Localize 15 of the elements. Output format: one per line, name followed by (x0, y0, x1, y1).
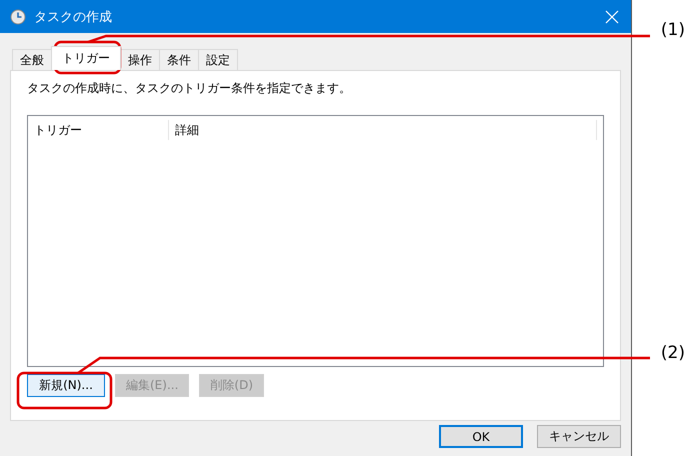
close-icon[interactable] (605, 10, 619, 24)
clock-icon (10, 8, 26, 24)
tab[interactable]: 全般 (12, 49, 52, 70)
tab[interactable]: トリガー (51, 46, 121, 70)
trigger-list[interactable]: トリガー 詳細 (27, 115, 604, 367)
callout-label: (2) (660, 343, 685, 363)
tab[interactable]: 設定 (198, 49, 238, 70)
window-title: タスクの作成 (34, 8, 113, 26)
column-header[interactable]: トリガー (28, 120, 169, 140)
column-header[interactable]: 詳細 (169, 120, 597, 140)
dialog-button[interactable]: キャンセル (537, 425, 621, 448)
dialog-button[interactable]: OK (439, 425, 523, 448)
list-button[interactable]: 新規(N)... (27, 374, 105, 397)
description-text: タスクの作成時に、タスクのトリガー条件を指定できます。 (27, 80, 352, 97)
callout-label: (1) (660, 20, 685, 40)
